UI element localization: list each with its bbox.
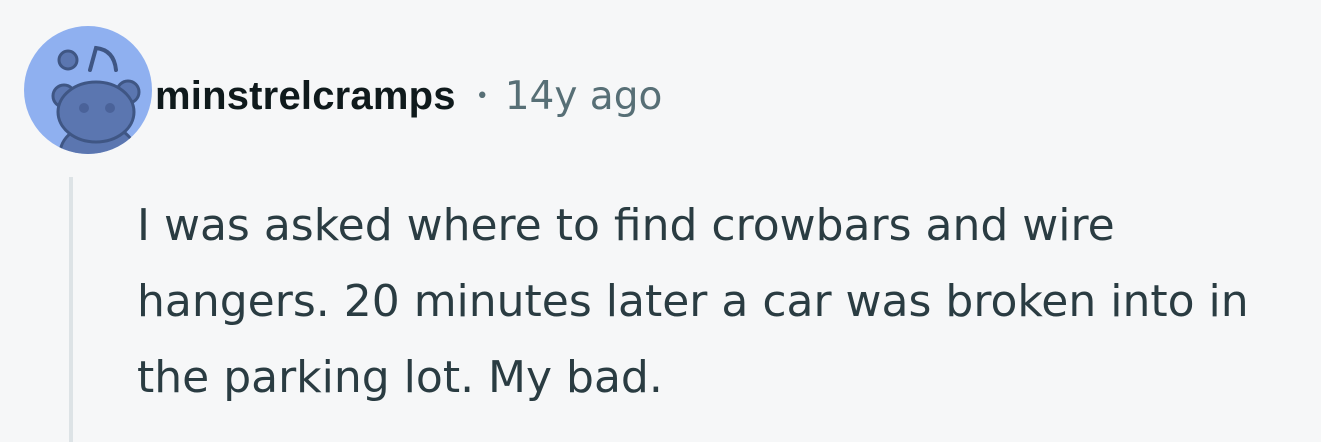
snoo-antenna-ball (57, 49, 79, 71)
author-username[interactable]: minstrelcramps (155, 74, 456, 119)
meta-separator: • (475, 83, 489, 109)
comment: minstrelcramps • 14y ago I was asked whe… (0, 0, 1321, 442)
snoo-right-eye (105, 103, 115, 113)
snoo-left-eye (79, 103, 89, 113)
comment-timestamp[interactable]: 14y ago (505, 74, 663, 119)
comment-body: I was asked where to find crowbars and w… (137, 200, 1249, 403)
avatar[interactable] (24, 26, 152, 154)
reddit-snoo-icon (51, 45, 141, 154)
comment-meta: minstrelcramps • 14y ago (155, 68, 662, 124)
thread-line[interactable] (69, 177, 73, 442)
snoo-antenna (88, 45, 118, 72)
snoo-head (56, 80, 136, 144)
